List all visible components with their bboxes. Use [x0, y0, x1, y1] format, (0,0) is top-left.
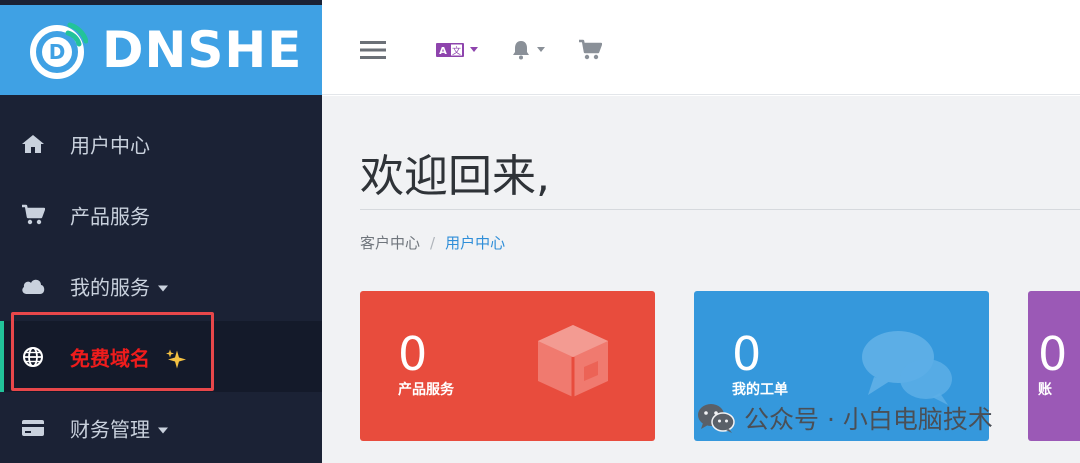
brand-logo[interactable]: D DNSHE	[0, 5, 322, 95]
language-icon[interactable]: A文	[436, 42, 478, 57]
svg-text:D: D	[49, 40, 66, 64]
bell-icon[interactable]	[511, 40, 545, 60]
breadcrumb-root[interactable]: 客户中心	[360, 234, 420, 252]
sidebar-item-label: 产品服务	[70, 204, 150, 228]
stat-label: 我的工单	[732, 382, 788, 398]
menu-icon[interactable]	[360, 40, 386, 60]
stat-value: 0	[1038, 327, 1068, 381]
stat-card-billing[interactable]: 0 账	[1028, 291, 1080, 441]
cart-icon	[20, 202, 46, 228]
watermark: 公众号 · 小白电脑技术	[696, 400, 993, 436]
stat-value: 0	[732, 327, 762, 381]
comments-icon	[862, 331, 952, 405]
sidebar-item-label: 用户中心	[70, 133, 150, 157]
credit-card-icon	[20, 415, 46, 441]
stat-label: 产品服务	[398, 382, 454, 398]
sidebar-item-finance[interactable]: 财务管理	[0, 392, 322, 463]
chevron-down-icon	[537, 47, 545, 52]
top-bar: A文	[322, 5, 1080, 95]
divider	[360, 209, 1080, 210]
chevron-down-icon	[158, 427, 168, 434]
sidebar-item-user-center[interactable]: 用户中心	[0, 108, 322, 179]
cart-icon[interactable]	[578, 39, 602, 61]
watermark-text: 公众号 · 小白电脑技术	[744, 405, 993, 434]
sidebar-item-my-services[interactable]: 我的服务	[0, 250, 322, 321]
logo-icon: D	[30, 22, 88, 79]
chevron-down-icon	[470, 47, 478, 52]
sidebar-nav: 用户中心 产品服务 我的服务 免费域名 财务管理	[0, 108, 322, 463]
breadcrumb: 客户中心 / 用户中心	[360, 232, 505, 253]
chevron-down-icon	[158, 285, 168, 292]
page-title: 欢迎回来,	[360, 151, 550, 202]
brand-name: DNSHE	[102, 21, 303, 79]
box-icon	[538, 325, 608, 397]
stat-card-products[interactable]: 0 产品服务	[360, 291, 655, 441]
highlight-box	[11, 312, 214, 391]
wechat-icon	[698, 404, 735, 433]
sidebar-item-products[interactable]: 产品服务	[0, 179, 322, 250]
cloud-icon	[20, 273, 46, 299]
stat-label: 账	[1038, 382, 1052, 398]
svg-text:文: 文	[452, 45, 461, 57]
breadcrumb-separator: /	[430, 234, 436, 252]
svg-text:A: A	[439, 46, 447, 57]
sidebar-item-label: 财务管理	[70, 413, 168, 442]
sidebar: D DNSHE 用户中心 产品服务 我的服务 免费域名 财务管理	[0, 0, 322, 463]
breadcrumb-current[interactable]: 用户中心	[445, 234, 505, 252]
home-icon	[20, 131, 46, 157]
stat-value: 0	[398, 327, 428, 381]
sidebar-item-label: 我的服务	[70, 271, 168, 300]
